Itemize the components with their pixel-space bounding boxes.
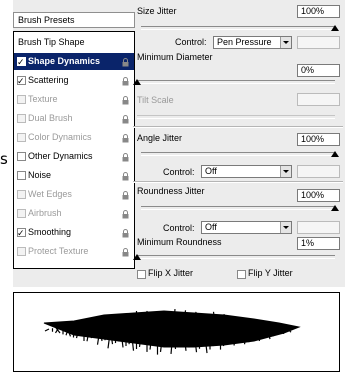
brushes-panel: Brush Presets Brush Tip Shape Shape Dynam… <box>13 0 345 287</box>
size-control-label: Control: <box>175 37 207 47</box>
brush-tip-shape-label: Brush Tip Shape <box>18 37 85 47</box>
airbrush-checkbox <box>17 209 26 218</box>
size-control-value: Pen Pressure <box>217 37 272 47</box>
minimum-roundness-field[interactable]: 1% <box>297 237 340 250</box>
wet-edges-checkbox <box>17 190 26 199</box>
color-dynamics-checkbox <box>17 133 26 142</box>
brush-settings-list: Brush Tip Shape Shape Dynamics Scattering T… <box>13 31 135 269</box>
brush-stroke-image <box>43 308 301 355</box>
brush-setting-wet-edges[interactable]: Wet Edges <box>14 186 134 203</box>
lock-icon[interactable] <box>122 132 129 143</box>
angle-jitter-field[interactable]: 100% <box>297 133 340 146</box>
slider-thumb-icon[interactable] <box>331 25 339 31</box>
protect-texture-label: Protect Texture <box>28 246 89 256</box>
chevron-down-icon[interactable] <box>280 222 291 233</box>
scattering-label: Scattering <box>28 75 69 85</box>
brush-setting-scattering[interactable]: Scattering <box>14 72 134 90</box>
protect-texture-checkbox <box>17 247 26 256</box>
angle-jitter-slider[interactable] <box>141 150 339 158</box>
wet-edges-label: Wet Edges <box>28 189 72 199</box>
size-control-fade-field <box>297 36 340 49</box>
flip-x-checkbox[interactable] <box>137 270 146 279</box>
other-dynamics-checkbox[interactable] <box>17 152 26 161</box>
angle-control-fade-field <box>297 165 340 178</box>
minimum-diameter-field[interactable]: 0% <box>297 64 340 77</box>
minimum-diameter-label: Minimum Diameter <box>137 52 213 62</box>
lock-icon[interactable] <box>122 170 129 181</box>
size-jitter-label: Size Jitter <box>137 6 177 16</box>
roundness-control-value: Off <box>205 222 217 232</box>
tilt-scale-field <box>297 93 340 106</box>
dual-brush-checkbox <box>17 114 26 123</box>
flip-x-label: Flip X Jitter <box>148 268 194 278</box>
size-control-select[interactable]: Pen Pressure <box>213 36 292 49</box>
noise-checkbox[interactable] <box>17 171 26 180</box>
color-dynamics-label: Color Dynamics <box>28 132 92 142</box>
slider-thumb-icon[interactable] <box>331 151 339 157</box>
brush-setting-shape-dynamics[interactable]: Shape Dynamics <box>14 53 134 71</box>
smoothing-label: Smoothing <box>28 227 72 237</box>
brush-setting-protect-texture[interactable]: Protect Texture <box>14 243 134 260</box>
shape-dynamics-label: Shape Dynamics <box>28 56 101 66</box>
brush-setting-airbrush[interactable]: Airbrush <box>14 205 134 222</box>
shape-dynamics-settings: Size Jitter 100% Control: Pen Pressure M… <box>133 0 343 287</box>
angle-control-value: Off <box>205 166 217 176</box>
minimum-roundness-label: Minimum Roundness <box>137 237 222 247</box>
slider-thumb-icon[interactable] <box>331 205 339 211</box>
flip-y-label: Flip Y Jitter <box>248 268 293 278</box>
brush-stroke-preview <box>13 292 340 372</box>
chevron-down-icon[interactable] <box>280 37 291 48</box>
roundness-jitter-field[interactable]: 100% <box>297 189 340 202</box>
brush-setting-color-dynamics[interactable]: Color Dynamics <box>14 129 134 146</box>
brush-presets-button[interactable]: Brush Presets <box>13 12 135 28</box>
lock-icon[interactable] <box>122 227 129 238</box>
brush-setting-smoothing[interactable]: Smoothing <box>14 224 134 242</box>
minimum-roundness-slider[interactable] <box>133 253 335 261</box>
chevron-down-icon[interactable] <box>280 166 291 177</box>
size-jitter-slider[interactable] <box>141 24 339 32</box>
texture-label: Texture <box>28 94 58 104</box>
texture-checkbox <box>17 95 26 104</box>
slider-thumb-icon[interactable] <box>133 79 141 85</box>
roundness-jitter-label: Roundness Jitter <box>137 186 205 196</box>
dual-brush-label: Dual Brush <box>28 113 73 123</box>
flip-y-checkbox[interactable] <box>237 270 246 279</box>
roundness-control-select[interactable]: Off <box>201 221 292 234</box>
size-jitter-field[interactable]: 100% <box>297 5 340 18</box>
roundness-jitter-slider[interactable] <box>141 204 339 212</box>
lock-icon[interactable] <box>122 246 129 257</box>
lock-icon[interactable] <box>122 56 129 67</box>
brush-setting-texture[interactable]: Texture <box>14 91 134 108</box>
lock-icon[interactable] <box>122 75 129 86</box>
divider <box>133 126 343 128</box>
lock-icon[interactable] <box>122 113 129 124</box>
brush-setting-dual-brush[interactable]: Dual Brush <box>14 110 134 127</box>
lock-icon[interactable] <box>122 189 129 200</box>
slider-thumb-icon[interactable] <box>133 254 141 260</box>
airbrush-label: Airbrush <box>28 208 62 218</box>
scattering-checkbox[interactable] <box>17 73 26 90</box>
smoothing-checkbox[interactable] <box>17 225 26 242</box>
lock-icon[interactable] <box>122 151 129 162</box>
other-dynamics-label: Other Dynamics <box>28 151 93 161</box>
lock-icon[interactable] <box>122 208 129 219</box>
angle-control-select[interactable]: Off <box>201 165 292 178</box>
tilt-scale-slider <box>137 113 335 121</box>
minimum-diameter-slider[interactable] <box>133 78 335 86</box>
brush-setting-noise[interactable]: Noise <box>14 167 134 184</box>
tilt-scale-label: Tilt Scale <box>137 95 174 105</box>
side-text: s <box>0 150 8 168</box>
shape-dynamics-checkbox[interactable] <box>17 54 26 71</box>
roundness-control-fade-field <box>297 221 340 234</box>
lock-icon[interactable] <box>122 94 129 105</box>
roundness-control-label: Control: <box>163 223 195 233</box>
angle-jitter-label: Angle Jitter <box>137 133 183 143</box>
brush-setting-brush-tip-shape[interactable]: Brush Tip Shape <box>14 34 134 51</box>
angle-control-label: Control: <box>163 167 195 177</box>
divider <box>133 181 343 183</box>
noise-label: Noise <box>28 170 52 180</box>
brush-setting-other-dynamics[interactable]: Other Dynamics <box>14 148 134 165</box>
